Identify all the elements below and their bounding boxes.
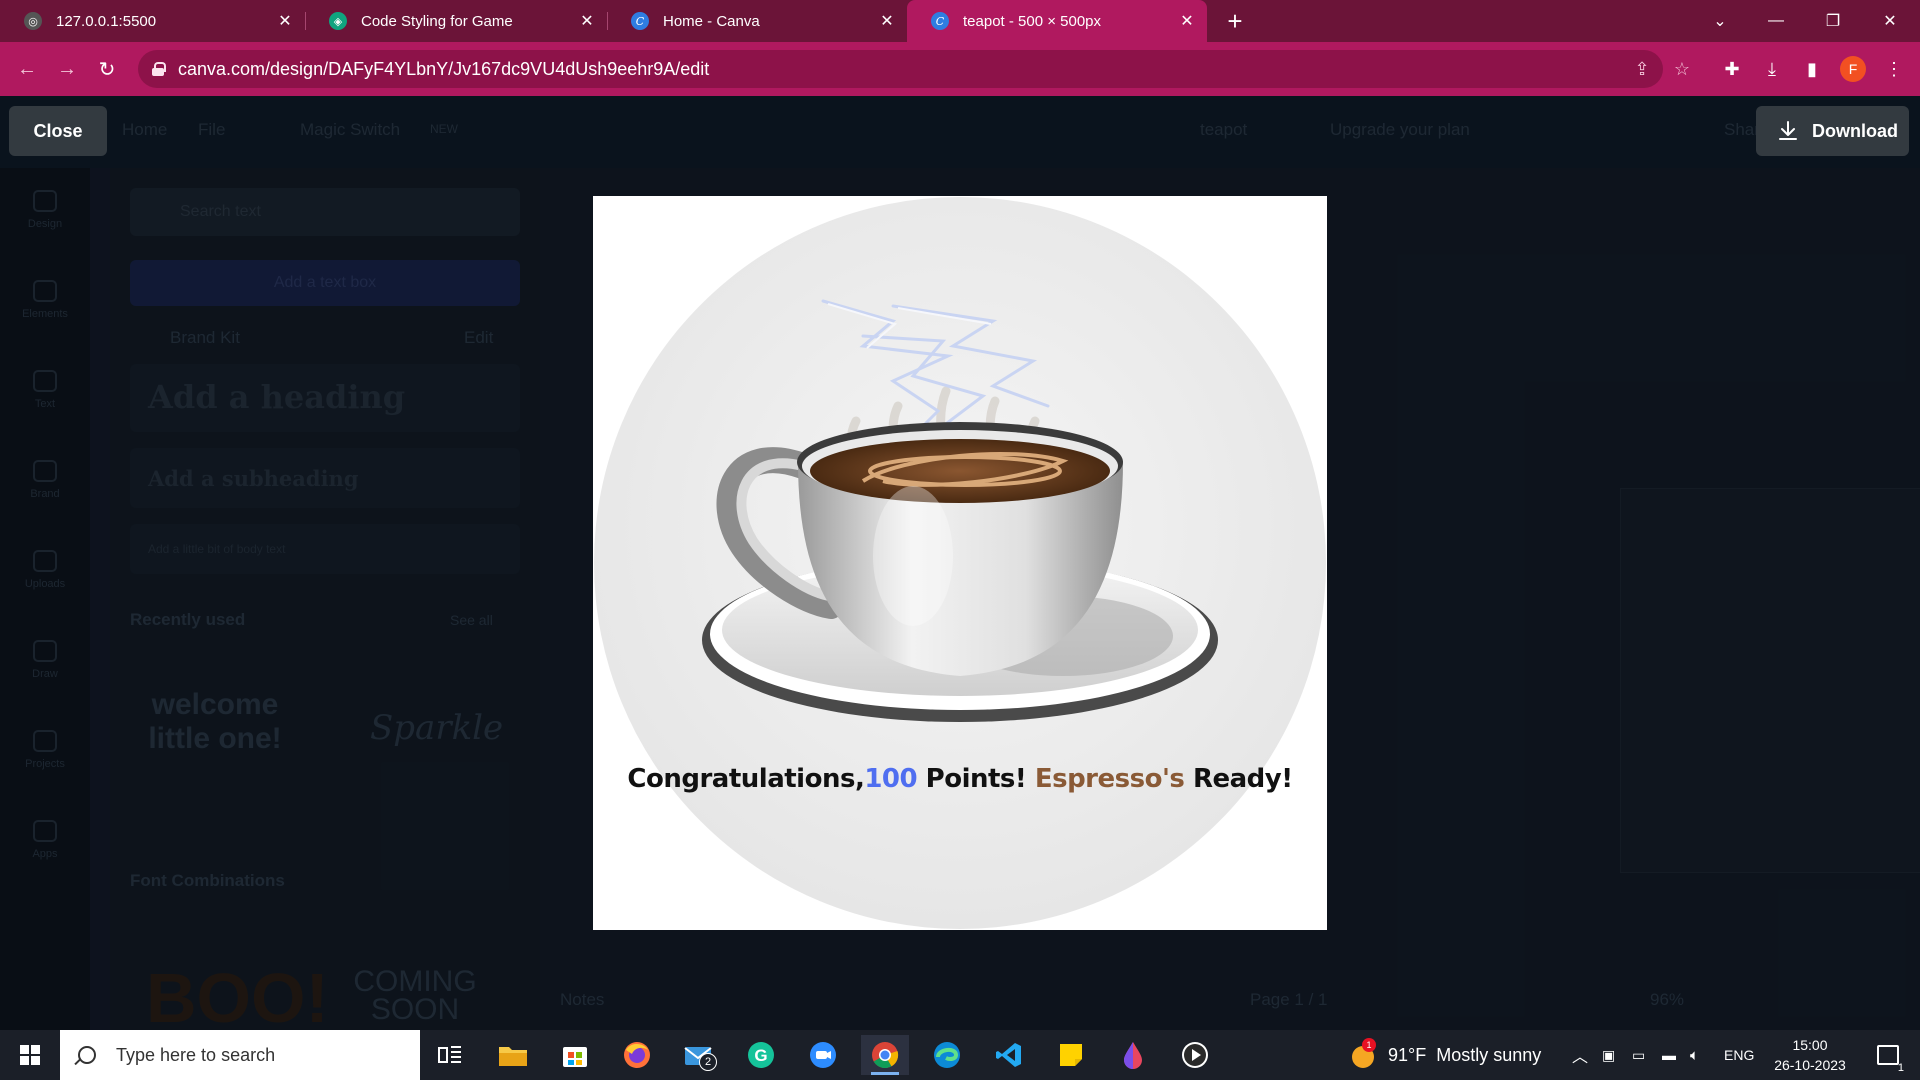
task-view-icon xyxy=(438,1046,461,1063)
taskbar-search-box[interactable]: Type here to search xyxy=(60,1030,420,1080)
tab-title: 127.0.0.1:5500 xyxy=(56,12,157,30)
taskbar-sticky-notes[interactable] xyxy=(1047,1035,1095,1075)
downloads-icon[interactable]: ⤓ xyxy=(1758,55,1786,83)
browser-toolbar: ← → ↻ canva.com/design/DAFyF4YLbnY/Jv167… xyxy=(0,42,1920,96)
tab-teapot[interactable]: C teapot - 500 × 500px ✕ xyxy=(907,0,1207,42)
clock-time: 15:00 xyxy=(1792,1037,1828,1053)
close-tab-icon[interactable]: ✕ xyxy=(1177,11,1197,31)
restore-button[interactable]: ❐ xyxy=(1805,0,1861,42)
back-button[interactable]: ← xyxy=(13,55,41,83)
bookmark-star-icon[interactable]: ☆ xyxy=(1668,55,1696,83)
tab-strip: ◎ 127.0.0.1:5500 ✕ ◈ Code Styling for Ga… xyxy=(0,0,1920,42)
windows-taskbar: Type here to search 2 G 1 91°F Mostly su… xyxy=(0,1030,1920,1080)
volume-icon[interactable]: 🔈︎ xyxy=(1690,1030,1699,1080)
taskbar-store[interactable] xyxy=(551,1035,599,1075)
mail-badge: 2 xyxy=(699,1053,717,1071)
sticky-notes-icon xyxy=(1060,1044,1082,1066)
taskbar-file-explorer[interactable] xyxy=(489,1035,537,1075)
tab-code-styling[interactable]: ◈ Code Styling for Game ✕ xyxy=(305,0,607,42)
caption-points: Points! xyxy=(917,764,1035,794)
globe-icon: ◎ xyxy=(24,12,42,30)
taskbar-edge[interactable] xyxy=(923,1035,971,1075)
tab-localhost[interactable]: ◎ 127.0.0.1:5500 ✕ xyxy=(0,0,305,42)
firefox-icon xyxy=(624,1042,650,1068)
close-tab-icon[interactable]: ✕ xyxy=(877,11,897,31)
canva-icon: C xyxy=(631,12,649,30)
close-button[interactable]: Close xyxy=(9,106,107,156)
caption-points-number: 100 xyxy=(864,764,918,794)
edge-icon xyxy=(934,1042,960,1068)
forward-button[interactable]: → xyxy=(53,55,81,83)
battery-icon[interactable]: ▬ xyxy=(1662,1030,1676,1080)
share-icon[interactable]: ⇪ xyxy=(1628,55,1656,83)
weather-widget[interactable]: 1 91°F Mostly sunny xyxy=(1352,1030,1541,1080)
caption-congratulations: Congratulations, xyxy=(627,764,865,794)
tab-title: Home - Canva xyxy=(663,12,760,30)
design-preview: Congratulations,100 Points! Espresso's R… xyxy=(593,196,1327,930)
menu-kebab-icon[interactable]: ⋮ xyxy=(1880,55,1908,83)
new-tab-button[interactable]: + xyxy=(1220,6,1250,36)
taskbar-search-placeholder: Type here to search xyxy=(116,1044,276,1065)
play-icon xyxy=(1182,1042,1208,1068)
meet-now-icon[interactable]: ▣ xyxy=(1602,1030,1615,1080)
paint-drop-icon xyxy=(1124,1042,1142,1069)
taskbar-firefox[interactable] xyxy=(613,1035,661,1075)
action-center-button[interactable]: 1 xyxy=(1868,1030,1908,1080)
extensions-icon[interactable]: ✚ xyxy=(1718,55,1746,83)
download-label: Download xyxy=(1812,120,1898,141)
weather-sun-icon: 1 xyxy=(1352,1038,1378,1068)
download-button[interactable]: Download xyxy=(1756,106,1909,156)
language-indicator[interactable]: ENG xyxy=(1724,1030,1754,1080)
svg-text:G: G xyxy=(754,1046,767,1065)
weather-badge: 1 xyxy=(1362,1038,1376,1052)
clock-date: 26-10-2023 xyxy=(1774,1057,1846,1073)
tab-title: Code Styling for Game xyxy=(361,12,513,30)
close-tab-icon[interactable]: ✕ xyxy=(577,11,597,31)
caption-espresso: Espresso's xyxy=(1034,764,1185,794)
url-text: canva.com/design/DAFyF4YLbnY/Jv167dc9VU4… xyxy=(178,58,710,79)
search-icon xyxy=(78,1046,96,1064)
notification-count: 1 xyxy=(1897,1062,1904,1074)
taskbar-paint[interactable] xyxy=(1109,1035,1157,1075)
minimize-button[interactable]: — xyxy=(1748,0,1804,42)
lock-icon xyxy=(152,62,166,76)
start-button[interactable] xyxy=(0,1030,60,1080)
display-icon[interactable]: ▭ xyxy=(1632,1030,1645,1080)
weather-text: 91°F Mostly sunny xyxy=(1388,1044,1542,1065)
clock[interactable]: 15:00 26-10-2023 xyxy=(1770,1030,1850,1080)
taskbar-mail[interactable]: 2 xyxy=(675,1035,723,1075)
espresso-cup-illustration xyxy=(594,197,1326,929)
grammarly-icon: G xyxy=(748,1042,774,1068)
taskbar-media-player[interactable] xyxy=(1171,1035,1219,1075)
side-panel-icon[interactable]: ▮ xyxy=(1798,55,1826,83)
download-icon xyxy=(1779,121,1797,140)
store-icon xyxy=(563,1047,587,1067)
task-view-button[interactable] xyxy=(426,1035,474,1075)
chrome-icon xyxy=(872,1042,899,1069)
zoom-icon xyxy=(810,1042,836,1068)
congratulations-caption: Congratulations,100 Points! Espresso's R… xyxy=(593,764,1327,794)
show-hidden-icons[interactable]: ︿ xyxy=(1572,1030,1588,1080)
taskbar-grammarly[interactable]: G xyxy=(737,1035,785,1075)
tab-title: teapot - 500 × 500px xyxy=(963,12,1102,30)
close-tab-icon[interactable]: ✕ xyxy=(275,11,295,31)
caption-ready: Ready! xyxy=(1184,764,1293,794)
taskbar-vscode[interactable] xyxy=(985,1035,1033,1075)
taskbar-zoom[interactable] xyxy=(799,1035,847,1075)
tab-search-icon[interactable]: ⌄ xyxy=(1692,0,1748,42)
taskbar-chrome[interactable] xyxy=(861,1035,909,1075)
reload-button[interactable]: ↻ xyxy=(93,55,121,83)
windows-logo-icon xyxy=(20,1045,40,1065)
folder-icon xyxy=(499,1047,527,1066)
chatgpt-icon: ◈ xyxy=(329,12,347,30)
address-bar[interactable]: canva.com/design/DAFyF4YLbnY/Jv167dc9VU4… xyxy=(138,50,1663,88)
tab-home-canva[interactable]: C Home - Canva ✕ xyxy=(607,0,907,42)
vscode-icon xyxy=(996,1043,1021,1067)
canva-icon: C xyxy=(931,12,949,30)
profile-avatar[interactable]: F xyxy=(1840,56,1866,82)
notification-icon xyxy=(1877,1045,1899,1065)
close-window-button[interactable]: ✕ xyxy=(1862,0,1918,42)
